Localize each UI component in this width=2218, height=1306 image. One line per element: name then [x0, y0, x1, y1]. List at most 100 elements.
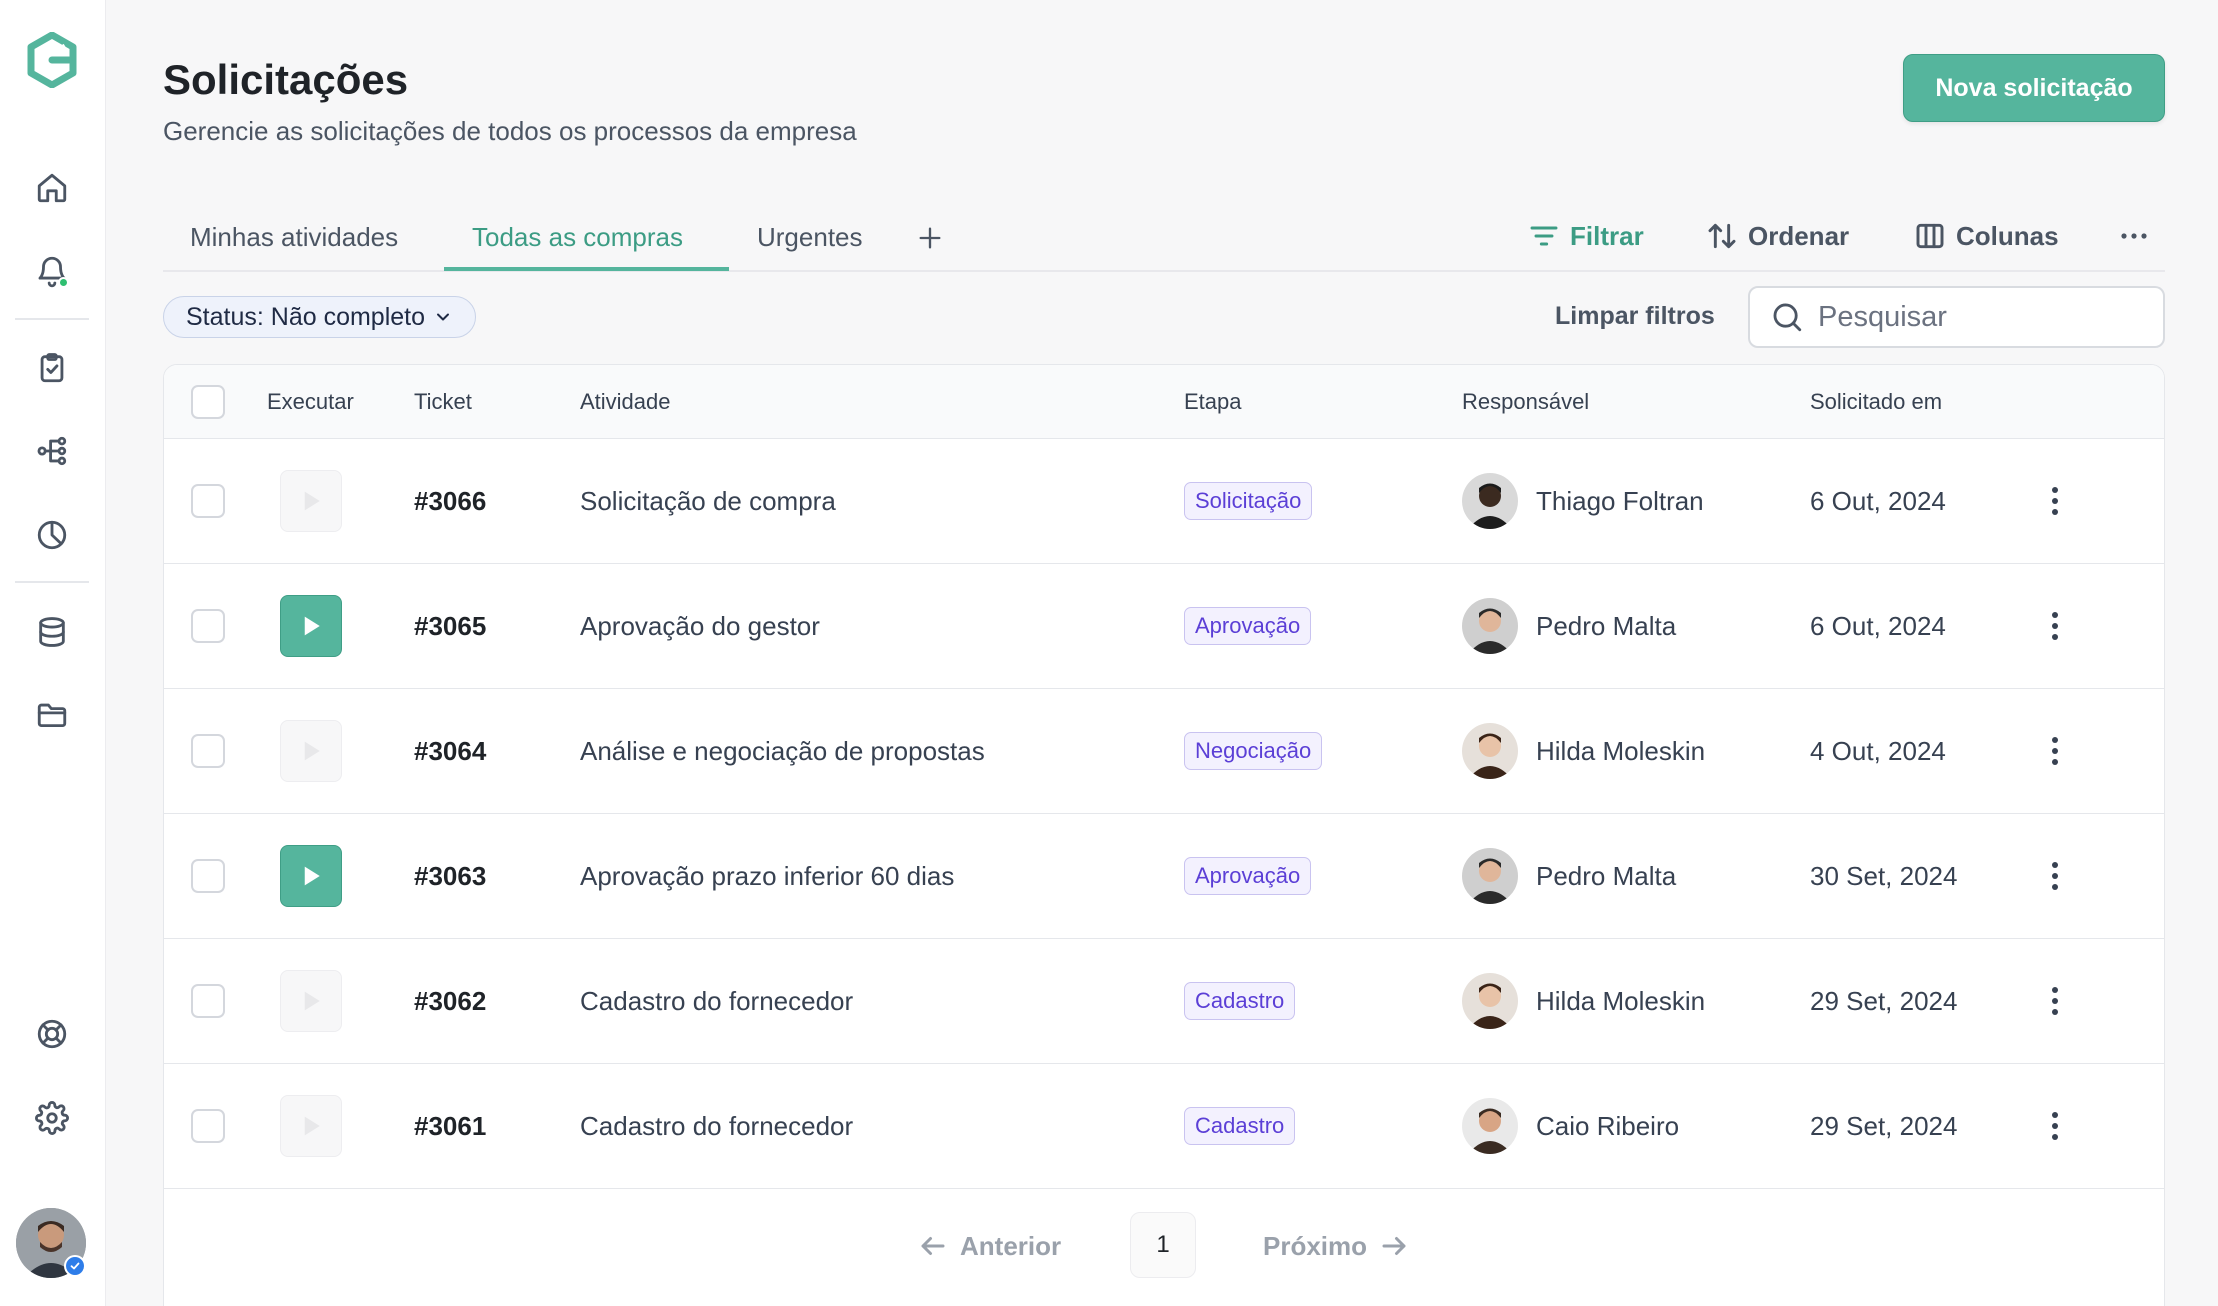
stage-badge: Aprovação: [1184, 607, 1312, 645]
page-title: Solicitações: [163, 56, 409, 103]
clipboard-check-icon[interactable]: [29, 345, 75, 391]
more-options-icon[interactable]: [2118, 216, 2150, 256]
folder-icon[interactable]: [29, 692, 75, 738]
row-menu-icon[interactable]: [2040, 981, 2070, 1021]
tab-todas-as-compras[interactable]: Todas as compras: [472, 222, 683, 253]
row-menu-icon[interactable]: [2040, 856, 2070, 896]
previous-page-button[interactable]: Anterior: [918, 1228, 1061, 1264]
filter-lines-icon: [1530, 226, 1558, 246]
status-filter-chip[interactable]: Status: Não completo: [163, 296, 477, 338]
row-checkbox[interactable]: [191, 984, 225, 1018]
column-header-solicitado-em[interactable]: Solicitado em: [1810, 389, 1942, 415]
tab-minhas-atividades[interactable]: Minhas atividades: [190, 222, 398, 253]
stage-badge: Aprovação: [1184, 857, 1312, 895]
page-number-button[interactable]: 1: [1130, 1212, 1196, 1278]
filter-button[interactable]: Filtrar: [1528, 216, 1644, 256]
ticket-id: #3061: [414, 1111, 487, 1141]
requests-table: Executar Ticket Atividade Etapa Responsá…: [163, 364, 2165, 1306]
sort-arrows-icon: [1708, 223, 1736, 249]
column-header-etapa[interactable]: Etapa: [1184, 389, 1242, 415]
pie-chart-icon[interactable]: [29, 512, 75, 558]
sidebar: [0, 0, 106, 1306]
request-date: 30 Set, 2024: [1810, 861, 1958, 891]
table-row[interactable]: #3062 Cadastro do fornecedor Cadastro Hi…: [164, 939, 2164, 1064]
row-checkbox[interactable]: [191, 859, 225, 893]
status-filter-label: Status: Não completo: [186, 302, 426, 331]
select-all-checkbox[interactable]: [191, 385, 225, 419]
help-lifebuoy-icon[interactable]: [29, 1011, 75, 1057]
workflow-icon[interactable]: [29, 428, 75, 474]
row-checkbox[interactable]: [191, 484, 225, 518]
column-header-ticket[interactable]: Ticket: [414, 389, 472, 415]
table-row[interactable]: #3064 Análise e negociação de propostas …: [164, 689, 2164, 814]
home-icon[interactable]: [29, 165, 75, 211]
clear-filters-button[interactable]: Limpar filtros: [1555, 302, 1715, 331]
new-request-button[interactable]: Nova solicitação: [1903, 54, 2165, 122]
table-header: Executar Ticket Atividade Etapa Responsá…: [164, 365, 2164, 439]
request-date: 4 Out, 2024: [1810, 736, 1946, 766]
stage-badge: Negociação: [1184, 732, 1323, 770]
column-header-responsavel[interactable]: Responsável: [1462, 389, 1589, 415]
row-menu-icon[interactable]: [2040, 606, 2070, 646]
sort-label: Ordenar: [1748, 220, 1850, 251]
ticket-id: #3065: [414, 611, 487, 641]
assignee-avatar: [1462, 1098, 1518, 1154]
filter-label: Filtrar: [1570, 220, 1644, 251]
activity-name: Análise e negociação de propostas: [580, 736, 985, 766]
activity-name: Aprovação do gestor: [580, 611, 820, 641]
assignee-avatar: [1462, 973, 1518, 1029]
assignee-name: Pedro Malta: [1536, 611, 1677, 641]
chevron-down-icon: [437, 313, 450, 321]
execute-button: [280, 1095, 342, 1157]
column-header-executar[interactable]: Executar: [267, 389, 354, 415]
sidebar-divider: [15, 318, 89, 320]
database-icon[interactable]: [29, 609, 75, 655]
columns-button[interactable]: Colunas: [1914, 216, 2059, 256]
sort-button[interactable]: Ordenar: [1706, 216, 1849, 256]
execute-button: [280, 720, 342, 782]
assignee-name: Pedro Malta: [1536, 861, 1677, 891]
search-input[interactable]: [1818, 300, 2138, 334]
assignee-avatar: [1462, 848, 1518, 904]
table-row[interactable]: #3063 Aprovação prazo inferior 60 dias A…: [164, 814, 2164, 939]
tab-urgentes[interactable]: Urgentes: [757, 222, 863, 253]
table-row[interactable]: #3066 Solicitação de compra Solicitação …: [164, 439, 2164, 564]
row-checkbox[interactable]: [191, 734, 225, 768]
play-icon: [304, 616, 320, 636]
ticket-id: #3064: [414, 736, 487, 766]
sidebar-divider: [15, 581, 89, 583]
assignee-avatar: [1462, 598, 1518, 654]
search-box: [1748, 286, 2165, 348]
next-page-label: Próximo: [1263, 1230, 1368, 1261]
previous-page-label: Anterior: [960, 1230, 1062, 1261]
row-checkbox[interactable]: [191, 1109, 225, 1143]
execute-button[interactable]: [280, 595, 342, 657]
row-menu-icon[interactable]: [2040, 481, 2070, 521]
play-icon: [304, 1116, 320, 1136]
activity-name: Solicitação de compra: [580, 486, 836, 516]
activity-name: Cadastro do fornecedor: [580, 986, 854, 1016]
next-page-button[interactable]: Próximo: [1263, 1228, 1409, 1264]
ticket-id: #3063: [414, 861, 487, 891]
gear-icon[interactable]: [29, 1095, 75, 1141]
execute-button[interactable]: [280, 845, 342, 907]
stage-badge: Solicitação: [1184, 482, 1313, 520]
assignee-name: Caio Ribeiro: [1536, 1111, 1680, 1141]
activity-name: Aprovação prazo inferior 60 dias: [580, 861, 955, 891]
row-checkbox[interactable]: [191, 609, 225, 643]
ticket-id: #3062: [414, 986, 487, 1016]
row-menu-icon[interactable]: [2040, 731, 2070, 771]
table-row[interactable]: #3061 Cadastro do fornecedor Cadastro Ca…: [164, 1064, 2164, 1189]
row-menu-icon[interactable]: [2040, 1106, 2070, 1146]
request-date: 29 Set, 2024: [1810, 1111, 1958, 1141]
add-tab-plus-icon[interactable]: [914, 218, 946, 258]
logo-icon[interactable]: [25, 31, 79, 89]
bell-icon[interactable]: [29, 248, 75, 294]
column-header-atividade[interactable]: Atividade: [580, 389, 671, 415]
columns-label: Colunas: [1956, 220, 2059, 251]
assignee-avatar: [1462, 723, 1518, 779]
activity-name: Cadastro do fornecedor: [580, 1111, 854, 1141]
table-row[interactable]: #3065 Aprovação do gestor Aprovação Pedr…: [164, 564, 2164, 689]
request-date: 6 Out, 2024: [1810, 611, 1946, 641]
play-icon: [304, 866, 320, 886]
